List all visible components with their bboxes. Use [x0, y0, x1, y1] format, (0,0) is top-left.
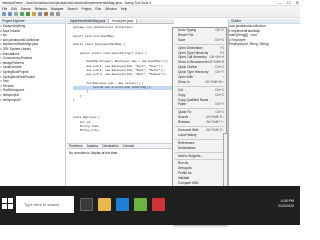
menu-item-label: Copy	[178, 92, 186, 97]
task-view-icon[interactable]	[80, 198, 93, 211]
menu-source[interactable]: Source	[21, 7, 31, 11]
new-class-icon[interactable]	[38, 12, 42, 16]
outline-title: Outline	[231, 19, 242, 23]
menu-item-label: Open Call Hierarchy	[178, 55, 207, 60]
build-icon[interactable]	[32, 12, 36, 16]
taskbar-search-input[interactable]: Type here to search	[16, 196, 74, 213]
menu-item[interactable]: Local History›	[173, 133, 226, 138]
menu-item-label: Quick Outline	[178, 65, 198, 70]
menu-item-label: Debug As	[178, 166, 192, 171]
menu-item-label: Cut	[178, 87, 183, 92]
menu-item-label: Run As	[178, 161, 189, 166]
new-icon[interactable]	[2, 12, 6, 16]
menu-item-label: Refactor	[178, 120, 191, 125]
menu-item[interactable]: Declarations›	[173, 146, 226, 151]
print-icon[interactable]	[14, 12, 18, 16]
menu-item-label: Quick Fix	[178, 110, 192, 115]
menu-item-label: Profile As	[178, 171, 192, 176]
window-title: InterfaceDemo - JavaTutorial/src/com/jav…	[2, 0, 152, 5]
search-icon[interactable]	[44, 12, 48, 16]
project-explorer: Project Explorer > ScrapeAnything v JavaT…	[0, 19, 66, 186]
menu-item[interactable]: Refactor Alt+Shift+T ›	[173, 120, 226, 125]
menu-separator	[175, 85, 224, 87]
tab-javadoc[interactable]: Javadoc	[86, 144, 98, 148]
menu-item[interactable]: Show In Alt+Shift+W ›	[173, 80, 226, 85]
menu-item-label: Quick Type Hierarchy	[178, 70, 209, 75]
console-panel: Problems Javadoc Declaration Console No …	[67, 143, 174, 186]
menu-item-label: Undo Typing	[178, 28, 196, 32]
console-message: No consoles to display at this time.	[69, 151, 119, 155]
menu-file[interactable]: File	[2, 7, 7, 11]
code-area[interactable]: package com.javatutorial.collection; impo…	[67, 24, 174, 133]
menu-window[interactable]: Window	[105, 7, 116, 11]
menu-item-label: Add to Snippets...	[178, 153, 204, 158]
code-editor: ImplementHashMap.java Employee.java pack…	[67, 19, 174, 143]
menu-item-shortcut: Alt+Shift+W ›	[205, 79, 224, 84]
tab-declaration[interactable]: Declaration	[102, 144, 118, 148]
windows-start-icon[interactable]	[2, 198, 13, 209]
menu-project[interactable]: Project	[82, 7, 92, 11]
menu-item-label: Show in Breadcrumb	[178, 60, 208, 65]
menu-edit[interactable]: Edit	[11, 7, 17, 11]
menu-separator	[175, 108, 224, 110]
project-tree: > ScrapeAnything v JavaTutorial > src > c…	[0, 24, 65, 102]
project-explorer-title: Project Explorer	[2, 19, 25, 23]
forward-icon[interactable]	[56, 12, 60, 16]
outline-item[interactable]: Employee(int, String, String)	[229, 42, 300, 47]
menu-item-label: Save	[178, 37, 186, 42]
code-line: String city;	[73, 129, 100, 133]
app-icon[interactable]	[152, 198, 165, 211]
menu-item-label: Paste	[178, 102, 187, 107]
menu-search[interactable]: Search	[67, 7, 77, 11]
back-icon[interactable]	[50, 12, 54, 16]
menu-item-label: Declarations	[178, 145, 196, 150]
menu-help[interactable]: Help	[121, 7, 128, 11]
menu-item[interactable]: Paste Ctrl+V	[173, 102, 226, 107]
menu-run[interactable]: Run	[95, 7, 101, 11]
menu-refactor[interactable]: Refactor	[35, 7, 47, 11]
browser-icon[interactable]	[116, 198, 129, 211]
menu-separator	[175, 151, 224, 153]
tab-problems[interactable]: Problems	[69, 144, 82, 148]
menu-item-label: Surround With	[178, 128, 199, 133]
menu-separator	[175, 43, 224, 45]
menu-item-label: Revert File	[178, 32, 194, 37]
menu-item-label: Show In	[178, 79, 190, 84]
menu-item-shortcut: Ctrl+V	[215, 102, 224, 107]
tab-employee[interactable]: Employee.java	[109, 19, 138, 23]
menu-item-label: Open Declaration	[178, 45, 203, 50]
menu-item-label: Open With	[178, 75, 194, 80]
toolbar	[0, 11, 300, 18]
menu-separator	[175, 159, 224, 161]
menu-item-label: Compare With	[178, 181, 199, 186]
menu-item-shortcut: Ctrl+S	[215, 37, 224, 42]
file-explorer-icon[interactable]	[98, 198, 111, 211]
menu-separator	[175, 138, 224, 140]
outline-tree: com.javatutorial.collection v ImplementHa…	[229, 24, 300, 47]
menu-item[interactable]: Add to Snippets...	[173, 154, 226, 159]
code-line: map.put(3, new Employee(103, "Amit", "Mu…	[73, 73, 167, 77]
menu-item-shortcut: Alt+Shift+T ›	[206, 120, 224, 125]
taskbar: Type here to search 4:28 PM 2/12/2020	[0, 186, 300, 225]
menu-separator	[175, 126, 224, 128]
tab-console[interactable]: Console	[122, 144, 134, 148]
menu-navigate[interactable]: Navigate	[51, 7, 64, 11]
menu-item-label: References	[178, 140, 195, 145]
menu-item-label: Copy Qualified Name	[178, 97, 209, 102]
clock-date: 2/12/2020	[278, 204, 294, 208]
tab-implement-hashmap[interactable]: ImplementHashMap.java	[67, 19, 110, 23]
debug-icon[interactable]	[20, 12, 24, 16]
run-icon[interactable]	[26, 12, 30, 16]
taskbar-clock[interactable]: 4:28 PM 2/12/2020	[278, 199, 294, 209]
outline-panel: Outline com.javatutorial.collection v Imp…	[228, 19, 300, 186]
menu-item-label: Open Type Hierarchy	[178, 50, 209, 55]
spring-tool-suite-icon[interactable]	[134, 198, 147, 211]
menu-item-label: Source	[178, 115, 189, 120]
menu-item[interactable]: Save Ctrl+S	[173, 38, 226, 43]
menu-item-label: Local History	[178, 132, 197, 137]
tree-item[interactable]: > helloproject2	[0, 98, 65, 103]
save-icon[interactable]	[8, 12, 12, 16]
menu-item-label: Validate	[178, 176, 190, 181]
